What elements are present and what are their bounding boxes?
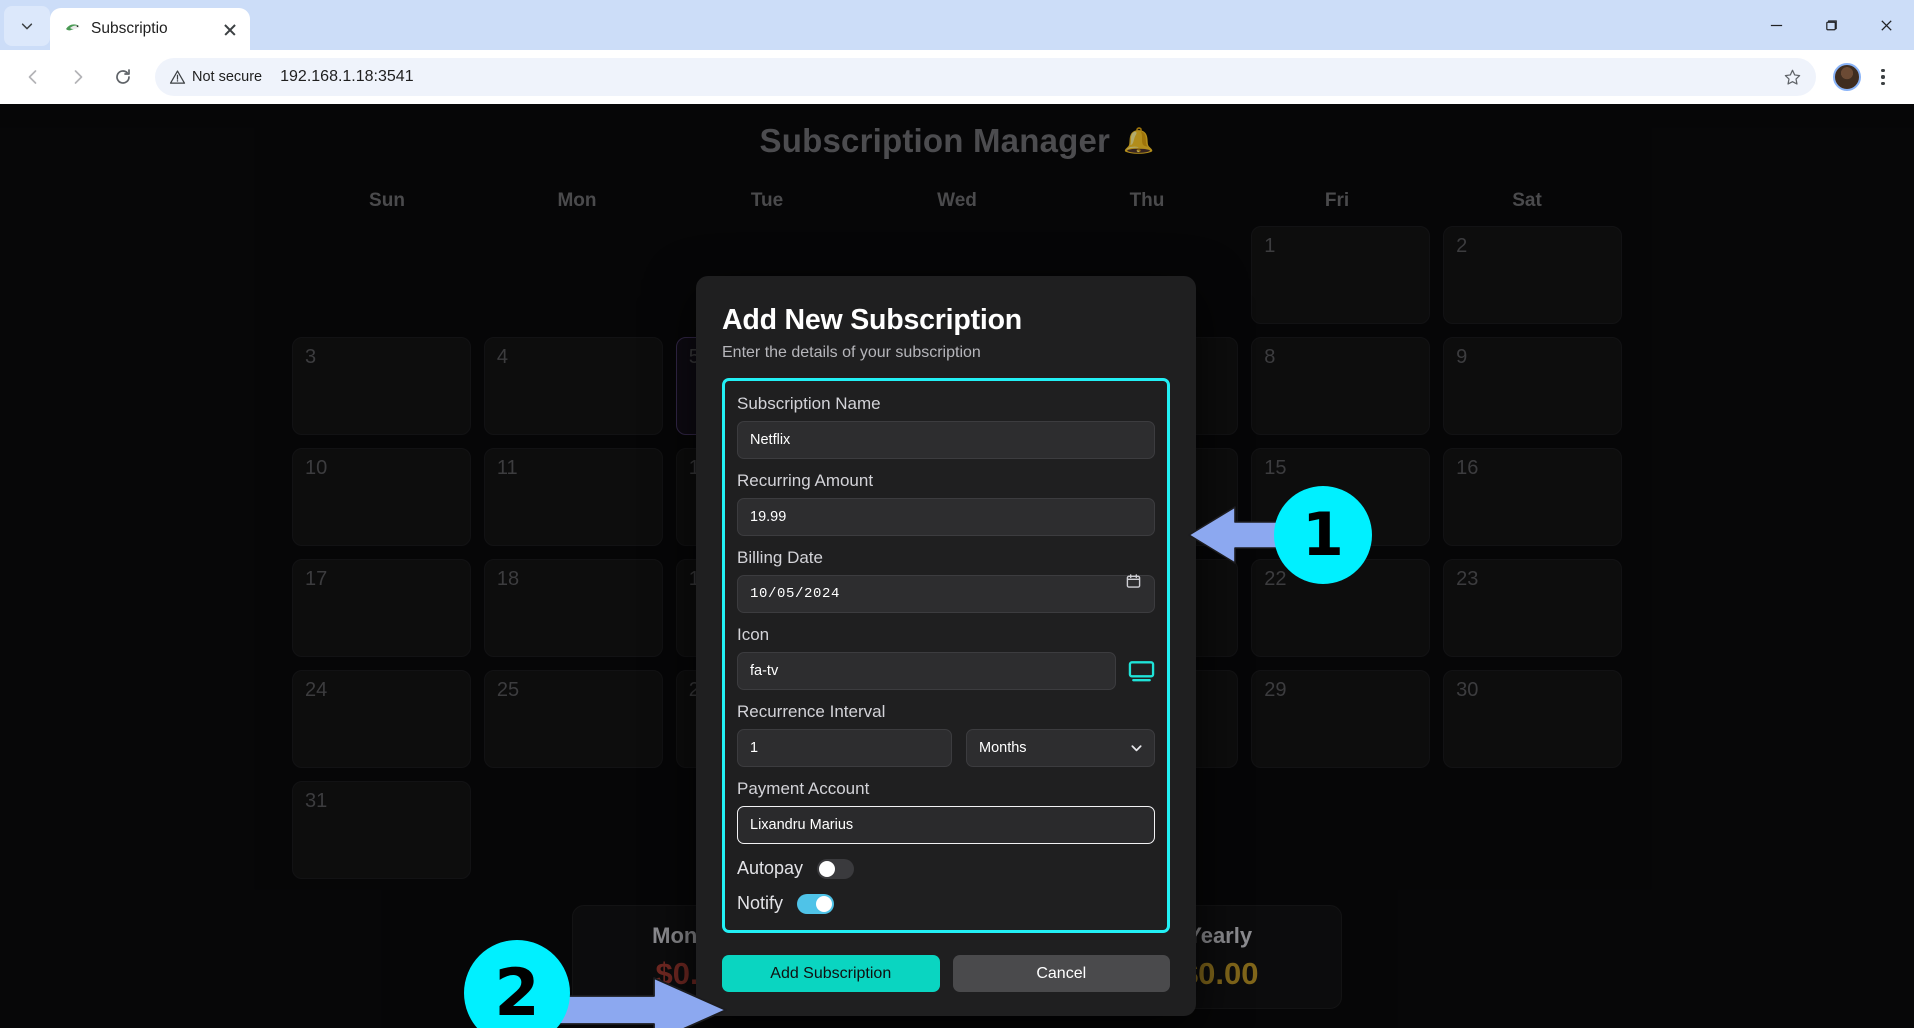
billing-date-input[interactable]: 10/05/2024	[737, 575, 1155, 613]
label-autopay: Autopay	[737, 858, 804, 878]
address-bar[interactable]: Not secure 192.168.1.18:3541	[155, 58, 1816, 96]
field-notify: Notify	[737, 893, 1155, 914]
bookmark-star-icon[interactable]	[1778, 63, 1806, 91]
label-recurrence-interval: Recurrence Interval	[737, 702, 886, 721]
warning-triangle-icon	[169, 69, 186, 84]
tab-strip: Subscriptio	[0, 0, 1914, 50]
label-payment-account: Payment Account	[737, 779, 870, 798]
field-billing-date: Billing Date 10/05/2024	[737, 548, 1155, 613]
tv-icon	[1128, 658, 1155, 685]
browser-window: Subscriptio Not secure 192.168.1.18:3541…	[0, 0, 1914, 1028]
add-subscription-modal: Add New Subscription Enter the details o…	[696, 276, 1196, 1016]
label-billing-date: Billing Date	[737, 548, 823, 567]
recurrence-interval-input[interactable]: 1	[737, 729, 952, 767]
field-recurrence-interval: Recurrence Interval 1 Months	[737, 702, 1155, 767]
reload-button[interactable]	[102, 56, 144, 98]
close-window-button[interactable]	[1859, 0, 1914, 50]
annotation-badge-1: 1	[1274, 486, 1372, 584]
form-fields-highlight: Subscription Name Netflix Recurring Amou…	[722, 378, 1170, 933]
notify-toggle[interactable]	[797, 893, 835, 914]
modal-subtitle: Enter the details of your subscription	[722, 344, 981, 361]
not-secure-indicator[interactable]: Not secure	[169, 69, 262, 86]
field-subscription-name: Subscription Name Netflix	[737, 394, 1155, 459]
tab-search-caret-icon[interactable]	[4, 6, 50, 46]
minimize-button[interactable]	[1749, 0, 1804, 50]
label-notify: Notify	[737, 893, 784, 913]
maximize-button[interactable]	[1804, 0, 1859, 50]
back-button[interactable]	[12, 56, 54, 98]
label-subscription-name: Subscription Name	[737, 394, 881, 413]
browser-toolbar: Not secure 192.168.1.18:3541	[0, 50, 1914, 104]
security-label: Not secure	[192, 69, 263, 85]
web-page: Subscription Manager 🔔 Sun Mon Tue Wed Thu Fr…	[0, 104, 1914, 1028]
field-icon: Icon fa-tv	[737, 625, 1155, 690]
profile-avatar[interactable]	[1833, 63, 1861, 91]
modal-title: Add New Subscription	[722, 304, 1023, 336]
modal-actions: Add Subscription Cancel	[722, 933, 1170, 1016]
label-recurring-amount: Recurring Amount	[737, 471, 874, 490]
browser-tab[interactable]: Subscriptio	[50, 8, 250, 50]
window-controls	[1749, 0, 1914, 50]
label-icon: Icon	[737, 625, 770, 644]
forward-button[interactable]	[57, 56, 99, 98]
payment-account-input[interactable]: Lixandru Marius	[737, 806, 1155, 844]
kebab-menu-icon[interactable]	[1864, 58, 1902, 96]
field-recurring-amount: Recurring Amount 19.99	[737, 471, 1155, 536]
field-payment-account: Payment Account Lixandru Marius	[737, 779, 1155, 844]
autopay-toggle[interactable]	[817, 858, 855, 879]
tab-title: Subscriptio	[91, 20, 168, 37]
field-autopay: Autopay	[737, 858, 1155, 879]
subscription-name-input[interactable]: Netflix	[737, 421, 1155, 459]
recurring-amount-input[interactable]: 19.99	[737, 498, 1155, 536]
cancel-button[interactable]: Cancel	[952, 955, 1170, 992]
calendar-picker-icon[interactable]	[1126, 573, 1141, 588]
bird-favicon	[64, 20, 82, 38]
close-icon[interactable]	[220, 19, 240, 39]
icon-name-input[interactable]: fa-tv	[737, 652, 1116, 690]
add-subscription-button[interactable]: Add Subscription	[722, 955, 940, 992]
recurrence-unit-select[interactable]: Months	[966, 729, 1155, 767]
url-text: 192.168.1.18:3541	[280, 68, 414, 85]
